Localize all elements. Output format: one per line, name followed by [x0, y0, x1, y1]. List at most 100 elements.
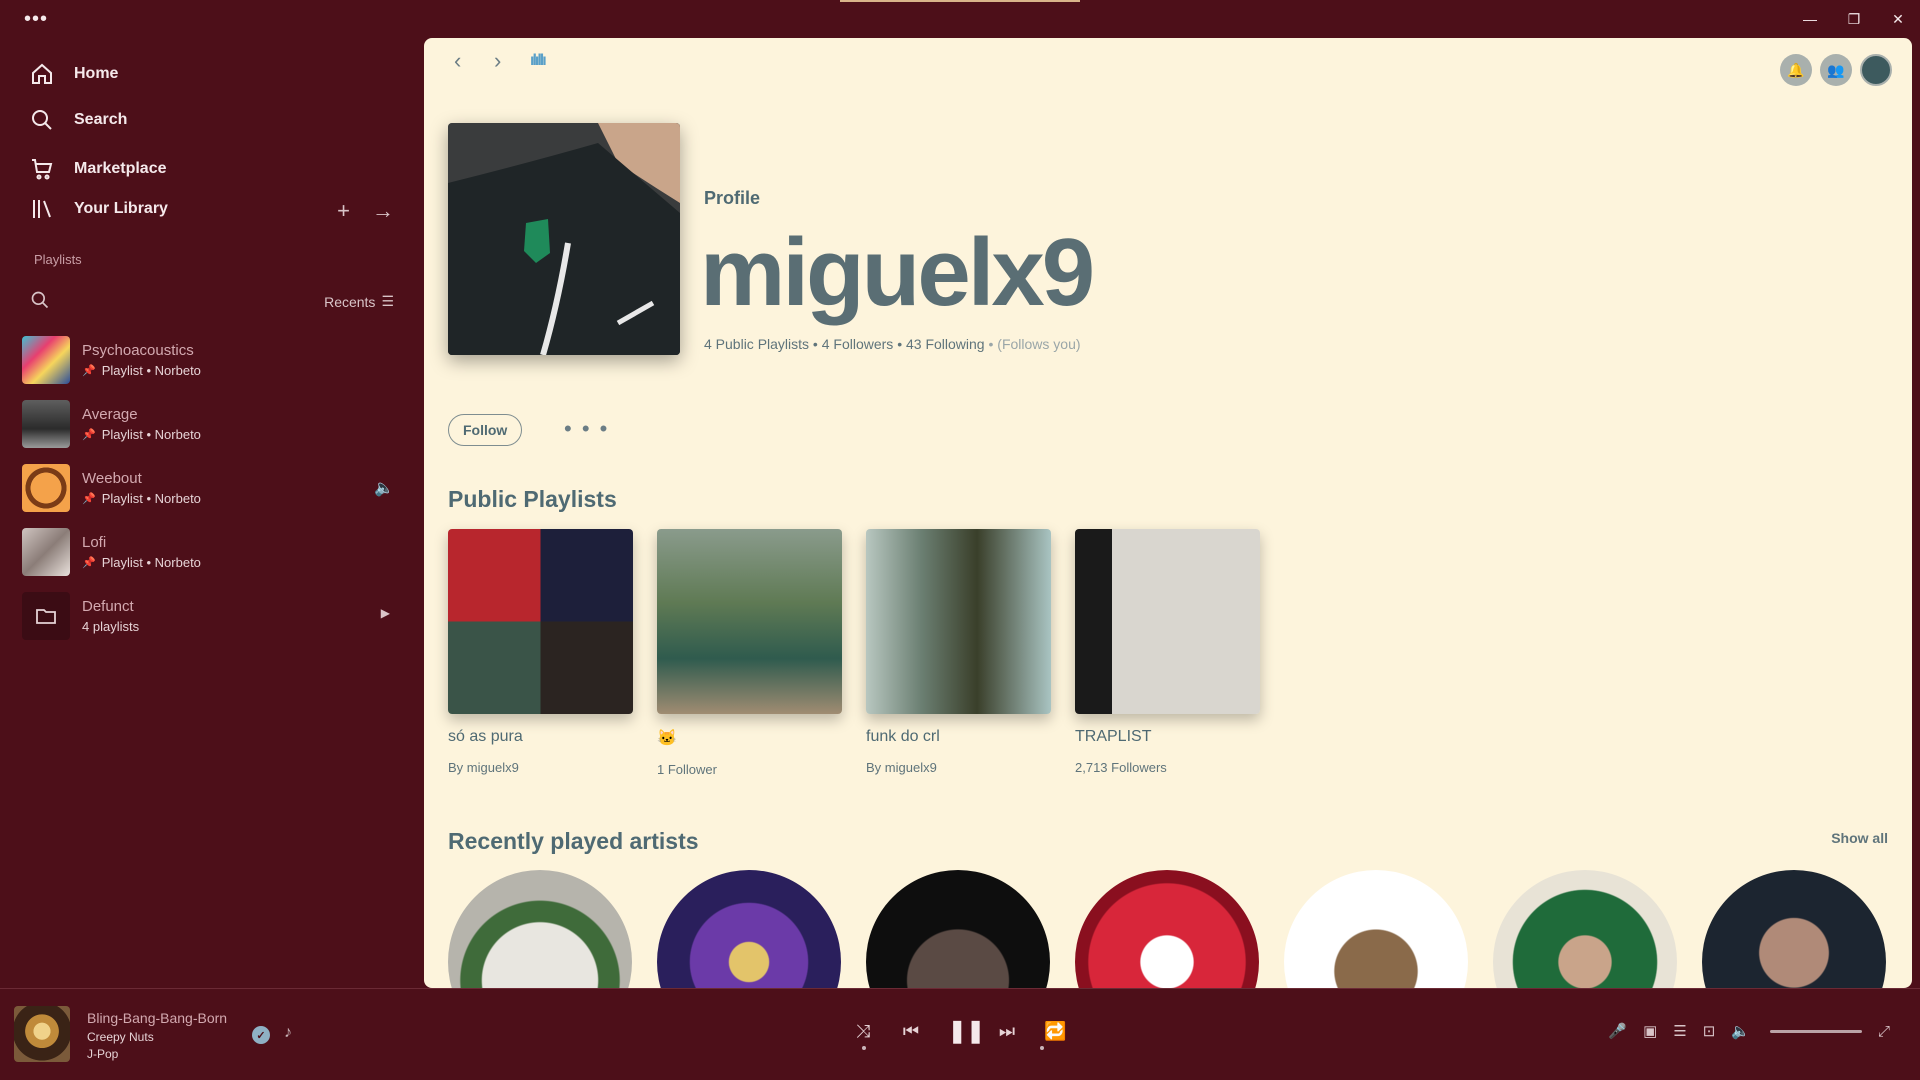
playback-controls: ⤨ ⏮ ❚❚ ⏭ 🔁 [852, 1018, 1067, 1044]
repeat-active-dot [1040, 1046, 1044, 1050]
microphone-icon[interactable]: 🎤 [1608, 1022, 1627, 1040]
more-horizontal-icon[interactable]: ••• [24, 8, 48, 31]
library-item-subtitle: 4 playlists [82, 619, 140, 634]
pause-icon[interactable]: ❚❚ [948, 1018, 985, 1044]
library-item-psychoacoustics[interactable]: Psychoacoustics 📌 Playlist • Norbeto [22, 328, 402, 392]
now-playing-artist[interactable]: Creepy Nuts [87, 1030, 154, 1044]
close-button[interactable]: ✕ [1876, 0, 1920, 38]
expand-library-icon[interactable]: → [372, 198, 394, 224]
playlist-subtitle: By miguelx9 [448, 760, 519, 775]
library-item-subtitle: Playlist • Norbeto [101, 555, 201, 570]
next-icon[interactable]: ⏭ [996, 1021, 1018, 1042]
shuffle-icon[interactable]: ⤨ [852, 1021, 874, 1042]
shuffle-active-dot [862, 1046, 866, 1050]
artist-avatar[interactable] [1493, 870, 1677, 988]
volume-icon[interactable]: 🔈 [1731, 1022, 1750, 1040]
music-note-icon[interactable]: ♪ [284, 1024, 292, 1042]
follows-you-label: • (Follows you) [988, 336, 1081, 352]
recently-played-artists-heading[interactable]: Recently played artists [448, 828, 699, 855]
repeat-icon[interactable]: 🔁 [1044, 1021, 1066, 1042]
now-playing-title[interactable]: Bling-Bang-Bang-Born [87, 1010, 227, 1026]
extra-controls: 🎤 ▣ ☰ ⊡ 🔈 ⤢ [1608, 1022, 1890, 1041]
library-actions: + → [337, 198, 394, 224]
more-options-button[interactable]: • • • [564, 416, 609, 442]
notifications-bell-icon[interactable]: 🔔 [1780, 54, 1812, 86]
chevron-right-icon[interactable]: ▶ [381, 606, 390, 620]
artist-avatar[interactable] [1702, 870, 1886, 988]
playlist-title: TRAPLIST [1075, 728, 1152, 745]
profile-stats: 4 Public Playlists • 4 Followers • 43 Fo… [704, 336, 1081, 352]
fullscreen-icon[interactable]: ⤢ [1878, 1023, 1890, 1040]
playlist-cover [866, 529, 1051, 714]
profile-picture [448, 123, 680, 355]
friend-activity-icon[interactable]: 👥 [1820, 54, 1852, 86]
artist-avatar[interactable] [866, 870, 1050, 988]
nav-marketplace[interactable]: Marketplace [30, 157, 167, 181]
player-bar: Bling-Bang-Bang-Born Creepy Nuts J-Pop ✓… [0, 988, 1920, 1080]
artist-avatar[interactable] [448, 870, 632, 988]
library-item-title: Lofi [82, 534, 107, 551]
add-icon[interactable]: + [337, 198, 350, 224]
playlist-subtitle: 2,713 Followers [1075, 760, 1167, 775]
playlist-title: 🐱 [657, 730, 677, 747]
library-item-average[interactable]: Average 📌 Playlist • Norbeto [22, 392, 402, 456]
playlist-cover [22, 528, 70, 576]
volume-slider[interactable] [1769, 1029, 1862, 1033]
sort-label: Recents [324, 293, 376, 310]
show-all-link[interactable]: Show all [1831, 830, 1888, 846]
profile-name: miguelx9 [700, 219, 1095, 326]
previous-icon[interactable]: ⏮ [900, 1021, 922, 1042]
list-view-icon: ☰ [381, 293, 394, 309]
restore-button[interactable]: ❐ [1832, 0, 1876, 38]
nav-library-label: Your Library [74, 200, 168, 217]
library-item-subtitle: Playlist • Norbeto [101, 427, 201, 442]
now-playing-cover[interactable] [14, 1006, 70, 1062]
artist-avatar[interactable] [657, 870, 841, 988]
queue-icon[interactable]: ☰ [1673, 1022, 1686, 1040]
public-playlists-heading[interactable]: Public Playlists [448, 486, 617, 513]
profile-stats-text[interactable]: 4 Public Playlists • 4 Followers • 43 Fo… [704, 336, 985, 352]
pin-icon: 📌 [82, 429, 96, 441]
nav-your-library[interactable]: Your Library [30, 197, 168, 221]
nav-search-label: Search [74, 111, 128, 128]
library-item-lofi[interactable]: Lofi 📌 Playlist • Norbeto [22, 520, 402, 584]
library-item-title: Defunct [82, 598, 134, 615]
library-item-weebout[interactable]: Weebout 📌 Playlist • Norbeto 🔈 [22, 456, 402, 520]
now-playing-view-icon[interactable]: ▣ [1643, 1022, 1657, 1040]
playlist-cover [22, 336, 70, 384]
sort-recents-button[interactable]: Recents ☰ [324, 293, 394, 310]
library-icon [33, 200, 51, 218]
artist-avatar[interactable] [1075, 870, 1259, 988]
nav-search[interactable]: Search [30, 108, 127, 132]
main-content: ‹ › ılıllı 🔔 👥 Profile miguelx9 4 Public… [424, 38, 1912, 988]
library-item-defunct-folder[interactable]: Defunct 4 playlists ▶ [22, 584, 402, 648]
playlist-card[interactable]: TRAPLIST 2,713 Followers [1075, 529, 1260, 777]
library-item-title: Average [82, 406, 138, 423]
sound-wave-icon[interactable]: ılıllı [530, 52, 547, 70]
nav-home[interactable]: Home [30, 62, 118, 86]
library-search-icon[interactable] [30, 290, 50, 310]
pin-icon: 📌 [82, 365, 96, 377]
saved-check-icon[interactable]: ✓ [252, 1026, 270, 1044]
filter-playlists-chip[interactable]: Playlists [34, 252, 82, 267]
back-button[interactable]: ‹ [454, 48, 461, 74]
playlist-title: só as pura [448, 728, 523, 745]
public-playlists-row: só as pura By miguelx9 🐱 1 Follower funk… [448, 529, 1260, 777]
playlist-card[interactable]: só as pura By miguelx9 [448, 529, 633, 777]
cart-icon [32, 159, 53, 180]
follow-button[interactable]: Follow [448, 414, 523, 446]
connect-device-icon[interactable]: ⊡ [1703, 1022, 1716, 1040]
library-item-title: Psychoacoustics [82, 342, 194, 359]
pin-icon: 📌 [82, 557, 96, 569]
playlist-card[interactable]: 🐱 1 Follower [657, 529, 842, 777]
playlist-card[interactable]: funk do crl By miguelx9 [866, 529, 1051, 777]
playlist-cover [657, 529, 842, 714]
artist-avatar[interactable] [1284, 870, 1468, 988]
user-avatar[interactable] [1860, 54, 1892, 86]
topbar-actions: 🔔 👥 [1780, 54, 1892, 86]
library-item-title: Weebout [82, 470, 142, 487]
forward-button[interactable]: › [494, 48, 501, 74]
minimize-button[interactable]: — [1788, 0, 1832, 38]
pin-icon: 📌 [82, 493, 96, 505]
library-list: Psychoacoustics 📌 Playlist • Norbeto Aver… [22, 328, 402, 648]
